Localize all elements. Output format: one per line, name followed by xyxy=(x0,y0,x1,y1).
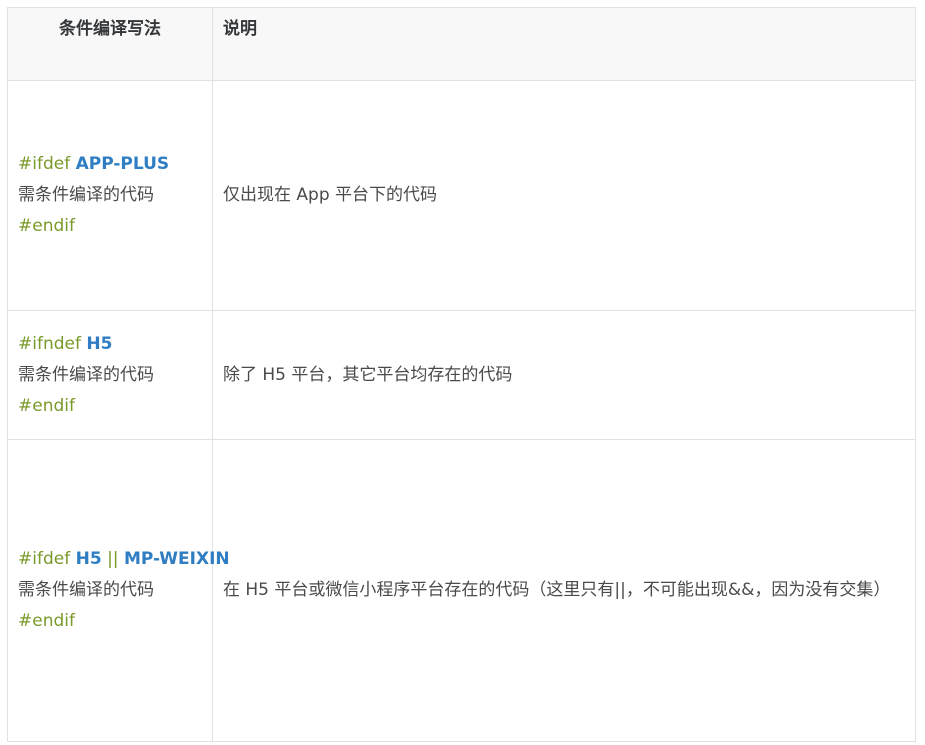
directive-line: #ifndef H5 xyxy=(18,329,202,360)
table-header: 条件编译写法 说明 xyxy=(7,7,916,81)
endif-keyword: #endif xyxy=(18,395,75,416)
platform-name: H5 xyxy=(75,549,102,569)
platform-name: MP-WEIXIN xyxy=(123,549,230,569)
description-cell: 在 H5 平台或微信小程序平台存在的代码（这里只有||，不可能出现&&，因为没有… xyxy=(212,439,916,742)
description-cell: 仅出现在 App 平台下的代码 xyxy=(212,80,916,311)
directive-line: #ifdef APP-PLUS xyxy=(18,149,202,180)
syntax-cell: #ifndef H5 需条件编译的代码 #endif xyxy=(7,310,213,440)
header-row: 条件编译写法 说明 xyxy=(7,7,916,81)
code-body: 需条件编译的代码 xyxy=(18,185,154,205)
header-description: 说明 xyxy=(212,7,916,81)
table-row: #ifndef H5 需条件编译的代码 #endif 除了 H5 平台，其它平台… xyxy=(7,310,916,440)
table-row: #ifdef H5 || MP-WEIXIN 需条件编译的代码 #endif 在… xyxy=(7,439,916,742)
syntax-cell: #ifdef H5 || MP-WEIXIN 需条件编译的代码 #endif xyxy=(7,439,230,742)
platform-name: H5 xyxy=(86,333,113,354)
table-row: #ifdef APP-PLUS 需条件编译的代码 #endif 仅出现在 App… xyxy=(7,80,916,311)
description-cell: 除了 H5 平台，其它平台均存在的代码 xyxy=(212,310,916,440)
directive-keyword: #ifdef xyxy=(18,549,71,569)
code-body: 需条件编译的代码 xyxy=(18,364,154,385)
directive-line: #ifdef H5 || MP-WEIXIN xyxy=(18,544,230,575)
platform-name: APP-PLUS xyxy=(75,154,170,174)
endif-keyword: #endif xyxy=(18,216,75,236)
directive-keyword: #ifdef xyxy=(18,154,71,174)
code-body: 需条件编译的代码 xyxy=(18,580,154,600)
header-syntax: 条件编译写法 xyxy=(7,7,213,81)
syntax-cell: #ifdef APP-PLUS 需条件编译的代码 #endif xyxy=(7,80,213,311)
endif-keyword: #endif xyxy=(18,611,75,631)
directive-keyword: #ifndef xyxy=(18,333,81,354)
or-operator: || xyxy=(107,549,119,569)
conditional-compilation-table: 条件编译写法 说明 #ifdef APP-PLUS 需条件编译的代码 #endi… xyxy=(7,7,916,742)
